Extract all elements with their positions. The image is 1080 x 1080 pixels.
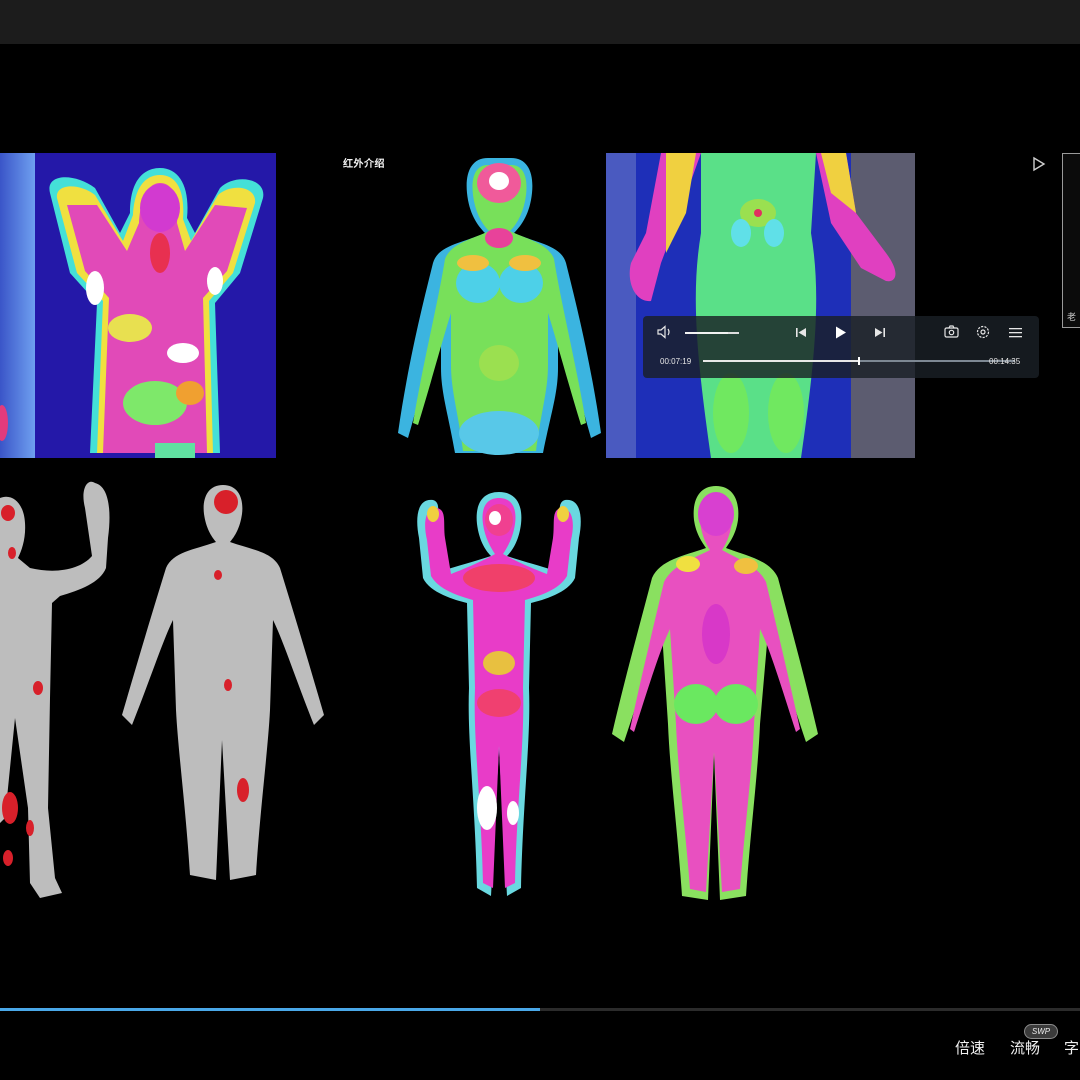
- previous-icon[interactable]: [795, 327, 807, 338]
- volume-level: [685, 332, 729, 334]
- playback-progress-handle[interactable]: [858, 357, 860, 365]
- side-play-icon[interactable]: [1032, 156, 1046, 172]
- volume-icon[interactable]: [657, 325, 673, 339]
- thermal-image-front-arms-up-left: [0, 153, 35, 458]
- quality-button[interactable]: 流畅: [1010, 1037, 1040, 1058]
- video-progress-bar[interactable]: [0, 1008, 1080, 1011]
- next-icon[interactable]: [874, 327, 886, 338]
- thermal-image-front-hands-behind-head: [35, 153, 276, 458]
- thermal-image-front-arms-out-right: [606, 153, 915, 458]
- grey-figure-arm-raised: [0, 478, 115, 908]
- thermal-figure-arms-raised: [395, 478, 603, 910]
- side-panel-label: 老: [1067, 312, 1077, 322]
- menu-list-icon[interactable]: [1009, 327, 1022, 338]
- total-time: 00:14:35: [989, 357, 1021, 366]
- thermal-image-front-standing-center: [393, 153, 606, 458]
- top-bar: [0, 0, 1080, 44]
- screenshot-camera-icon[interactable]: [944, 325, 959, 338]
- subtitle-button[interactable]: 字: [1064, 1037, 1079, 1058]
- playback-progress-fill: [703, 360, 859, 362]
- video-progress-fill: [0, 1008, 540, 1011]
- thermal-figure-back-view: [608, 484, 822, 912]
- slide-label: 红外介绍: [343, 159, 385, 170]
- volume-slider[interactable]: [685, 332, 739, 334]
- settings-gear-icon[interactable]: [976, 325, 990, 339]
- current-time: 00:07:19: [660, 357, 692, 366]
- play-icon[interactable]: [835, 326, 847, 339]
- side-panel[interactable]: 老: [1062, 153, 1080, 328]
- speed-button[interactable]: 倍速: [955, 1037, 985, 1058]
- video-control-bar: 00:07:19 00:14:35: [643, 316, 1039, 378]
- playback-progress-slider[interactable]: [703, 357, 1015, 365]
- grey-figure-standing: [118, 480, 328, 910]
